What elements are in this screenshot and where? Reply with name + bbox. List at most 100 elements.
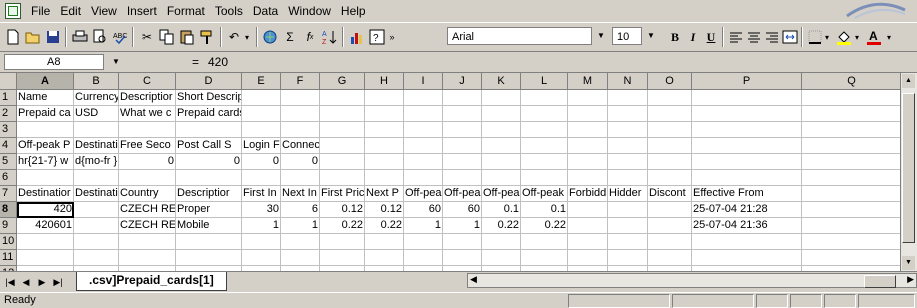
- cell-p1[interactable]: [692, 90, 802, 106]
- cell-i10[interactable]: [404, 234, 443, 250]
- align-left-icon[interactable]: [726, 27, 746, 47]
- last-sheet-icon[interactable]: ▶|: [51, 275, 65, 289]
- font-color-icon[interactable]: A: [864, 27, 884, 47]
- cell-b9[interactable]: [74, 218, 119, 234]
- cell-p8[interactable]: 25-07-04 21:28: [692, 202, 802, 218]
- cell-n10[interactable]: [608, 234, 648, 250]
- new-icon[interactable]: [3, 27, 23, 47]
- cell-e8[interactable]: 30: [242, 202, 281, 218]
- column-header-q[interactable]: Q: [802, 73, 902, 90]
- column-header-g[interactable]: G: [320, 73, 365, 90]
- cell-e6[interactable]: [242, 170, 281, 186]
- cell-j10[interactable]: [443, 234, 482, 250]
- cell-h5[interactable]: [365, 154, 404, 170]
- cell-n2[interactable]: [608, 106, 648, 122]
- scroll-down-icon[interactable]: ▼: [902, 256, 915, 270]
- cell-c9[interactable]: CZECH RE: [119, 218, 176, 234]
- prev-sheet-icon[interactable]: ◀: [19, 275, 33, 289]
- cell-b7[interactable]: Destinatic: [74, 186, 119, 202]
- row-header[interactable]: 2: [0, 106, 17, 122]
- cell-d7[interactable]: Descriptior: [176, 186, 242, 202]
- cell-c2[interactable]: What we c: [119, 106, 176, 122]
- cell-h8[interactable]: 0.12: [365, 202, 404, 218]
- cell-a2[interactable]: Prepaid ca: [17, 106, 74, 122]
- cell-d5[interactable]: 0: [176, 154, 242, 170]
- cell-f3[interactable]: [281, 122, 320, 138]
- cell-l9[interactable]: 0.22: [521, 218, 568, 234]
- cell-c3[interactable]: [119, 122, 176, 138]
- cell-k7[interactable]: Off-peak: [482, 186, 521, 202]
- scroll-left-icon[interactable]: ◀: [470, 274, 477, 285]
- menu-help[interactable]: Help: [336, 4, 371, 18]
- format-painter-icon[interactable]: [197, 27, 217, 47]
- cell-n7[interactable]: Hidder: [608, 186, 648, 202]
- cell-j1[interactable]: [443, 90, 482, 106]
- cell-d6[interactable]: [176, 170, 242, 186]
- cell-f9[interactable]: 1: [281, 218, 320, 234]
- toolbar-options-icon[interactable]: »: [387, 27, 397, 47]
- cell-e2[interactable]: [242, 106, 281, 122]
- cell-c10[interactable]: [119, 234, 176, 250]
- column-header-a[interactable]: A: [17, 73, 74, 90]
- cell-e9[interactable]: 1: [242, 218, 281, 234]
- cell-m11[interactable]: [568, 250, 608, 266]
- align-right-icon[interactable]: [762, 27, 782, 47]
- cell-d1[interactable]: Short Description: [176, 90, 242, 106]
- cell-k2[interactable]: [482, 106, 521, 122]
- cell-f10[interactable]: [281, 234, 320, 250]
- cell-d9[interactable]: Mobile: [176, 218, 242, 234]
- cell-p7[interactable]: Effective From: [692, 186, 802, 202]
- column-header-f[interactable]: F: [281, 73, 320, 90]
- scroll-up-icon[interactable]: ▲: [902, 74, 915, 88]
- center-icon[interactable]: [744, 27, 764, 47]
- cell-b1[interactable]: Currency: [74, 90, 119, 106]
- cell-q9[interactable]: [802, 218, 902, 234]
- cell-b11[interactable]: [74, 250, 119, 266]
- cell-n1[interactable]: [608, 90, 648, 106]
- function-icon[interactable]: fx: [300, 27, 320, 47]
- cell-j4[interactable]: [443, 138, 482, 154]
- select-all-corner[interactable]: [0, 73, 17, 90]
- cell-f2[interactable]: [281, 106, 320, 122]
- cell-g1[interactable]: [320, 90, 365, 106]
- bold-icon[interactable]: B: [665, 27, 685, 47]
- cell-g4[interactable]: [320, 138, 365, 154]
- cell-d10[interactable]: [176, 234, 242, 250]
- cell-g2[interactable]: [320, 106, 365, 122]
- excel-document-icon[interactable]: [5, 3, 21, 19]
- menu-edit[interactable]: Edit: [55, 4, 86, 18]
- cell-i5[interactable]: [404, 154, 443, 170]
- cell-h4[interactable]: [365, 138, 404, 154]
- cell-b3[interactable]: [74, 122, 119, 138]
- cell-a3[interactable]: [17, 122, 74, 138]
- cell-e11[interactable]: [242, 250, 281, 266]
- column-header-h[interactable]: H: [365, 73, 404, 90]
- cell-a1[interactable]: Name: [17, 90, 74, 106]
- cell-i1[interactable]: [404, 90, 443, 106]
- cell-i2[interactable]: [404, 106, 443, 122]
- cell-m8[interactable]: [568, 202, 608, 218]
- cell-n8[interactable]: [608, 202, 648, 218]
- cell-k6[interactable]: [482, 170, 521, 186]
- underline-icon[interactable]: U: [701, 27, 721, 47]
- row-header[interactable]: 11: [0, 250, 17, 266]
- cell-d4[interactable]: Post Call S: [176, 138, 242, 154]
- undo-icon[interactable]: ↶: [224, 27, 244, 47]
- row-header[interactable]: 4: [0, 138, 17, 154]
- cell-l1[interactable]: [521, 90, 568, 106]
- cell-q3[interactable]: [802, 122, 902, 138]
- borders-dropdown-icon[interactable]: ▾: [822, 27, 832, 47]
- cell-g6[interactable]: [320, 170, 365, 186]
- cell-o6[interactable]: [648, 170, 692, 186]
- open-icon[interactable]: [23, 27, 43, 47]
- name-box-dropdown-icon[interactable]: ▼: [108, 54, 124, 70]
- cell-c11[interactable]: [119, 250, 176, 266]
- chart-wizard-icon[interactable]: [347, 27, 367, 47]
- cell-p10[interactable]: [692, 234, 802, 250]
- copy-icon[interactable]: [157, 27, 177, 47]
- cell-q11[interactable]: [802, 250, 902, 266]
- column-header-o[interactable]: O: [648, 73, 692, 90]
- cell-k5[interactable]: [482, 154, 521, 170]
- cell-q4[interactable]: [802, 138, 902, 154]
- cell-i6[interactable]: [404, 170, 443, 186]
